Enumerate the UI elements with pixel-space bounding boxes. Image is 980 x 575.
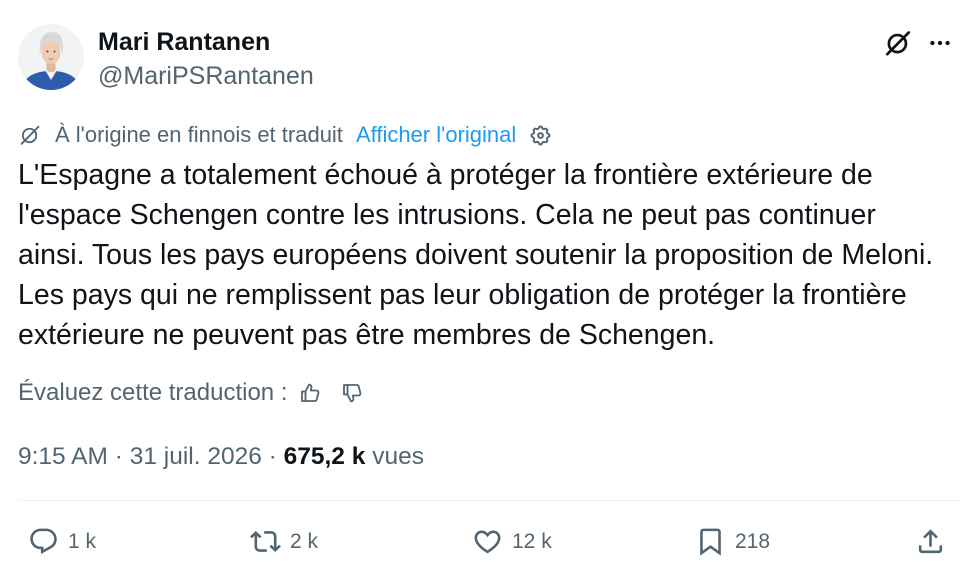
post-timestamp-link[interactable]: 9:15 AM · 31 juil. 2026	[18, 443, 262, 470]
share-button[interactable]	[915, 526, 946, 557]
avatar[interactable]	[18, 24, 84, 90]
meta-separator: ·	[268, 443, 277, 470]
post-text-line: Les pays qui ne remplissent pas leur obl…	[18, 279, 907, 311]
views-label: vues	[372, 443, 424, 470]
translation-rating: Évaluez cette traduction :	[18, 381, 378, 405]
repost-button[interactable]: 2 k	[250, 526, 318, 557]
gear-icon[interactable]	[529, 124, 552, 147]
divider	[18, 500, 962, 501]
views-count: 675,2 k	[283, 443, 366, 470]
more-options-button[interactable]	[927, 30, 953, 56]
post-time[interactable]: 9:15 AM	[18, 443, 108, 470]
translation-notice: À l'origine en finnois et traduit Affich…	[19, 122, 552, 148]
bookmark-button[interactable]: 218	[695, 526, 770, 557]
share-icon[interactable]	[915, 526, 946, 557]
show-original-link[interactable]: Afficher l'original	[356, 122, 516, 148]
grok-icon	[20, 125, 40, 145]
like-count: 12 k	[512, 530, 552, 553]
reply-icon[interactable]	[28, 526, 59, 557]
more-icon[interactable]	[927, 30, 953, 56]
repost-count: 2 k	[290, 530, 319, 553]
like-button[interactable]: 12 k	[472, 526, 552, 557]
thumbs-down-icon[interactable]	[340, 381, 364, 405]
thumbs-up-icon[interactable]	[298, 381, 322, 405]
translation-notice-text: À l'origine en finnois et traduit	[55, 122, 343, 147]
author-handle[interactable]: @MariPSRantanen	[98, 61, 314, 91]
meta-separator: ·	[114, 443, 123, 470]
avatar-image[interactable]	[18, 24, 84, 90]
grok-button[interactable]	[884, 29, 912, 57]
post-text-line: l'espace Schengen contre les intrusions.…	[18, 199, 876, 231]
reply-button[interactable]: 1 k	[28, 526, 96, 557]
reply-count: 1 k	[68, 530, 97, 553]
post-text-line: ainsi. Tous les pays européens doivent s…	[18, 239, 934, 271]
heart-icon[interactable]	[472, 526, 503, 557]
post-text: L'Espagne a totalement échoué à protéger…	[18, 155, 933, 355]
translation-rating-label: Évaluez cette traduction :	[18, 379, 288, 406]
grok-icon[interactable]	[884, 29, 912, 57]
author-display-name[interactable]: Mari Rantanen	[98, 27, 270, 57]
post-metadata: 9:15 AM · 31 juil. 2026 · 675,2 k vues	[18, 443, 424, 471]
repost-icon[interactable]	[250, 526, 281, 557]
post-text-line: L'Espagne a totalement échoué à protéger…	[18, 159, 873, 191]
bookmark-icon[interactable]	[695, 526, 726, 557]
bookmark-count: 218	[735, 530, 771, 553]
post-date[interactable]: 31 juil. 2026	[130, 443, 262, 470]
post-text-line: extérieure ne peuvent pas être membres d…	[18, 319, 716, 351]
